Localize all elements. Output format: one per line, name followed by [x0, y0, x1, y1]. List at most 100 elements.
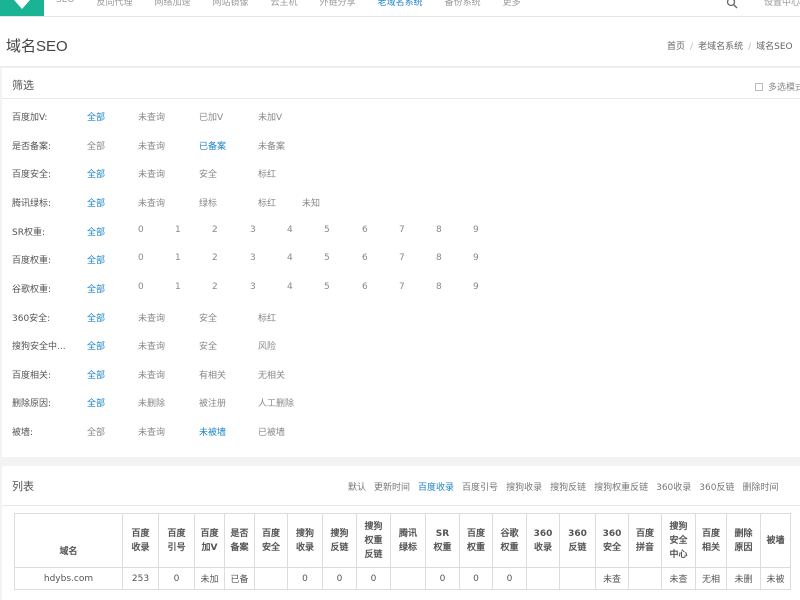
filter-option[interactable]: 全部 — [87, 339, 105, 352]
column-header[interactable]: 是否备案 — [224, 513, 255, 568]
filter-option[interactable]: 8 — [436, 253, 442, 263]
breadcrumb-section[interactable]: 老域名系统 — [698, 42, 743, 52]
nav-item[interactable]: 网络加速 — [155, 0, 191, 8]
filter-option[interactable]: 1 — [175, 282, 181, 292]
filter-option[interactable]: 0 — [138, 225, 144, 235]
filter-option[interactable]: 全部 — [87, 110, 105, 123]
filter-option[interactable]: 未查询 — [138, 339, 165, 352]
filter-option[interactable]: 未查询 — [138, 139, 165, 152]
filter-option[interactable]: 未删除 — [138, 396, 165, 409]
column-header[interactable]: 搜狗安全中心 — [661, 513, 696, 568]
filter-option[interactable]: 全部 — [87, 196, 105, 209]
filter-option[interactable]: 全部 — [87, 282, 105, 295]
filter-option[interactable]: 安全 — [199, 167, 217, 180]
column-header[interactable]: 百度拼音 — [628, 513, 662, 568]
filter-option[interactable]: 未被墙 — [199, 425, 226, 438]
column-header[interactable]: 百度收录 — [122, 513, 159, 568]
filter-option[interactable]: 3 — [250, 253, 256, 263]
multi-select-toggle[interactable]: 多选模式 — [755, 80, 800, 93]
filter-option[interactable]: 6 — [362, 225, 368, 235]
filter-option[interactable]: 2 — [212, 225, 218, 235]
column-header[interactable]: 删除原因 — [726, 513, 761, 568]
filter-option[interactable]: 5 — [324, 225, 330, 235]
filter-option[interactable]: 0 — [138, 253, 144, 263]
filter-option[interactable]: 5 — [324, 282, 330, 292]
filter-option[interactable]: 5 — [324, 253, 330, 263]
breadcrumb-home[interactable]: 首页 — [667, 42, 685, 52]
sort-option[interactable]: 搜狗反链 — [550, 483, 586, 493]
filter-option[interactable]: 1 — [175, 253, 181, 263]
column-header[interactable]: 搜狗收录 — [287, 513, 323, 568]
filter-option[interactable]: 安全 — [199, 311, 217, 324]
nav-item[interactable]: 云主机 — [271, 0, 298, 8]
filter-option[interactable]: 全部 — [87, 225, 105, 238]
filter-option[interactable]: 未加V — [258, 110, 282, 123]
sort-option[interactable]: 百度收录 — [418, 483, 454, 493]
column-header[interactable]: 搜狗权重反链 — [356, 513, 391, 568]
filter-option[interactable]: 全部 — [87, 368, 105, 381]
filter-option[interactable]: 绿标 — [199, 196, 217, 209]
filter-option[interactable]: 全部 — [87, 311, 105, 324]
sort-option[interactable]: 更新时间 — [374, 483, 410, 493]
filter-option[interactable]: 3 — [250, 225, 256, 235]
column-header[interactable]: 360收录 — [526, 513, 560, 568]
filter-option[interactable]: 未查询 — [138, 425, 165, 438]
sort-option[interactable]: 搜狗收录 — [506, 483, 542, 493]
filter-option[interactable]: 全部 — [87, 167, 105, 180]
nav-item[interactable]: 外链分享 — [320, 0, 356, 8]
nav-item[interactable]: 反向代理 — [96, 0, 132, 8]
filter-option[interactable]: 被注册 — [199, 396, 226, 409]
logo[interactable] — [0, 0, 44, 16]
filter-option[interactable]: 9 — [473, 253, 479, 263]
filter-option[interactable]: 已备案 — [199, 139, 226, 152]
filter-option[interactable]: 9 — [473, 282, 479, 292]
filter-option[interactable]: 全部 — [87, 425, 105, 438]
filter-option[interactable]: 全部 — [87, 139, 105, 152]
sort-option[interactable]: 删除时间 — [742, 483, 778, 493]
filter-option[interactable]: 6 — [362, 282, 368, 292]
filter-option[interactable]: 未备案 — [258, 139, 285, 152]
column-header[interactable]: 百度权重 — [459, 513, 493, 568]
filter-option[interactable]: 人工删除 — [258, 396, 294, 409]
filter-option[interactable]: 全部 — [87, 396, 105, 409]
filter-option[interactable]: 4 — [287, 225, 293, 235]
filter-option[interactable]: 7 — [399, 225, 405, 235]
filter-option[interactable]: 4 — [287, 253, 293, 263]
filter-option[interactable]: 7 — [399, 282, 405, 292]
filter-option[interactable]: 未查询 — [138, 311, 165, 324]
column-header[interactable]: 360安全 — [595, 513, 629, 568]
filter-option[interactable]: 标红 — [258, 167, 276, 180]
filter-option[interactable]: 安全 — [199, 339, 217, 352]
filter-option[interactable]: 标红 — [258, 311, 276, 324]
filter-option[interactable]: 未查询 — [138, 368, 165, 381]
filter-option[interactable]: 3 — [250, 282, 256, 292]
filter-option[interactable]: 4 — [287, 282, 293, 292]
sort-option[interactable]: 360收录 — [656, 483, 691, 493]
table-row[interactable]: hdybs.com 253 0 未加 已备 0 0 0 0 0 0 未查 未查 无相 未删 未被 — [14, 567, 791, 590]
sort-option[interactable]: 360反链 — [699, 483, 734, 493]
domain-cell[interactable]: hdybs.com — [14, 567, 123, 590]
filter-option[interactable]: 风险 — [258, 339, 276, 352]
column-header[interactable]: 被墙 — [760, 513, 791, 568]
column-header[interactable]: 360反链 — [559, 513, 596, 568]
nav-item[interactable]: SEO — [56, 0, 74, 8]
filter-option[interactable]: 有相关 — [199, 368, 226, 381]
nav-item[interactable]: 备份系统 — [445, 0, 481, 8]
filter-option[interactable]: 标红 — [258, 196, 276, 209]
filter-option[interactable]: 全部 — [87, 253, 105, 266]
filter-option[interactable]: 2 — [212, 253, 218, 263]
sort-option[interactable]: 默认 — [348, 483, 366, 493]
filter-option[interactable]: 8 — [436, 282, 442, 292]
filter-option[interactable]: 9 — [473, 225, 479, 235]
filter-option[interactable]: 2 — [212, 282, 218, 292]
nav-item[interactable]: 老域名系统 — [378, 0, 423, 8]
user-menu[interactable]: 设置中心 — [764, 0, 800, 8]
column-header[interactable]: 百度加V — [194, 513, 225, 568]
filter-option[interactable]: 未知 — [302, 196, 320, 209]
column-header[interactable]: 搜狗反链 — [322, 513, 357, 568]
column-header[interactable]: 百度安全 — [254, 513, 288, 568]
multi-select-checkbox[interactable] — [755, 83, 763, 91]
sort-option[interactable]: 搜狗权重反链 — [594, 483, 648, 493]
column-header[interactable]: SR权重 — [425, 513, 460, 568]
filter-option[interactable]: 已被墙 — [258, 425, 285, 438]
